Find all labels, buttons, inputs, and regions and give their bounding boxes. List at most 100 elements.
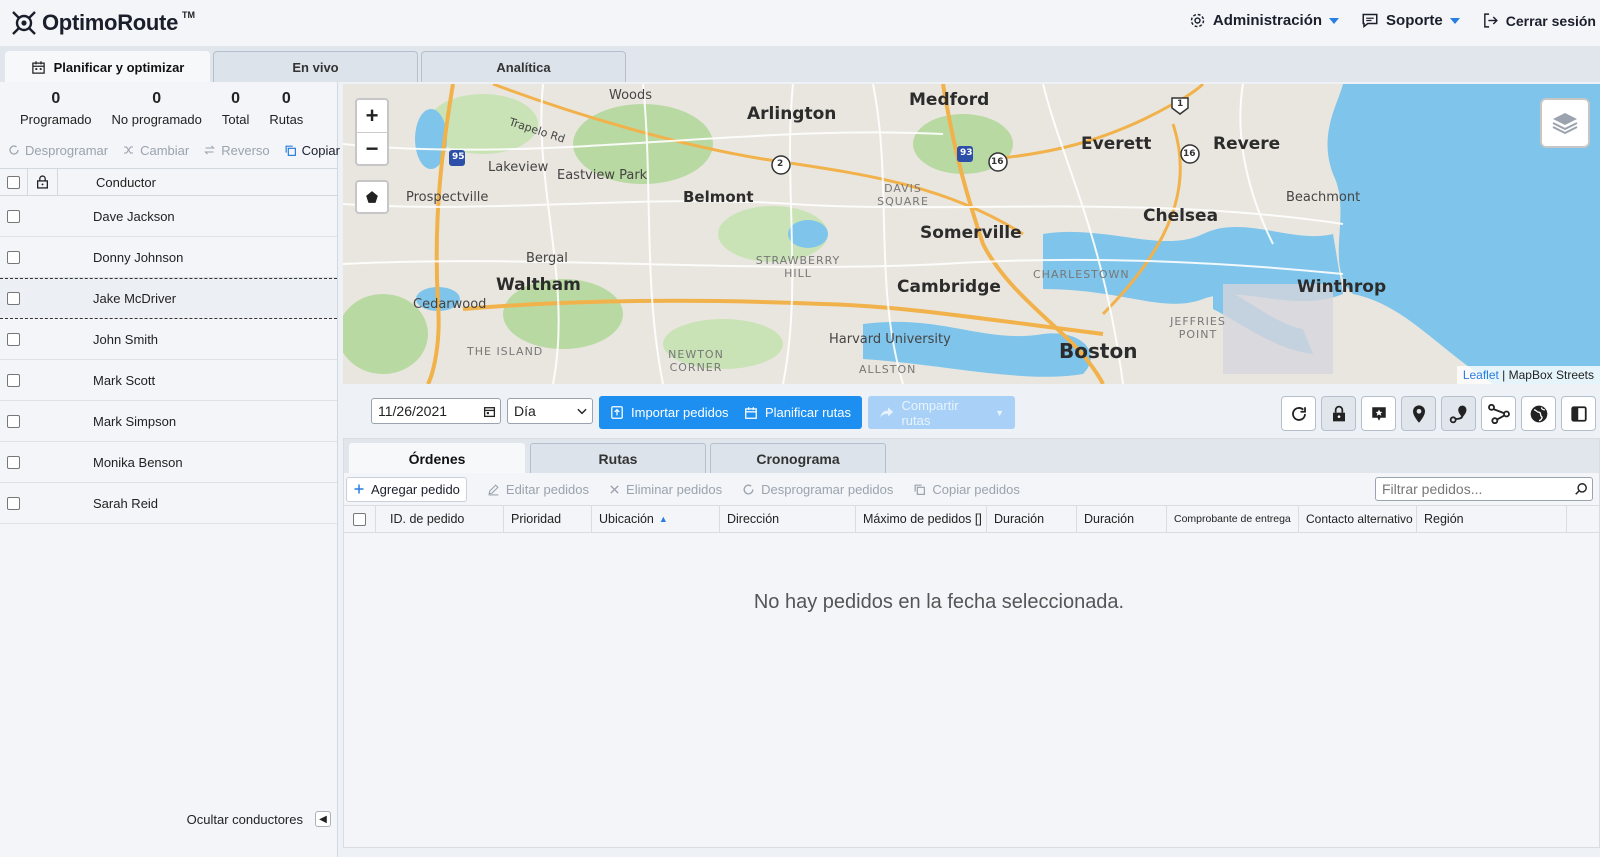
driver-checkbox[interactable] (7, 373, 20, 387)
map-label-arlington: Arlington (747, 104, 837, 124)
driver-row[interactable]: Donny Johnson (0, 237, 337, 278)
select-all-drivers-checkbox[interactable] (7, 175, 20, 189)
route-stops-button[interactable] (1441, 396, 1476, 431)
unschedule-icon (9, 145, 19, 155)
tab-orders[interactable]: Órdenes (349, 443, 525, 473)
reverse-driver-button[interactable]: Reverso (203, 143, 270, 158)
support-menu[interactable]: Soporte (1361, 12, 1460, 29)
driver-checkbox[interactable] (7, 250, 20, 264)
lock-icon[interactable] (36, 175, 49, 189)
locations-button[interactable] (1401, 396, 1436, 431)
tab-analytics[interactable]: Analítica (421, 51, 626, 82)
driver-checkbox[interactable] (7, 209, 20, 223)
tab-live[interactable]: En vivo (213, 51, 418, 82)
upload-icon (611, 406, 623, 419)
search-icon[interactable] (1574, 482, 1588, 496)
filter-orders-input[interactable]: Filtrar pedidos... (1375, 477, 1593, 501)
delete-orders-button[interactable]: Eliminar pedidos (609, 482, 722, 497)
lock-routes-button[interactable] (1321, 396, 1356, 431)
column-region[interactable]: Región (1417, 506, 1567, 532)
period-select[interactable]: Día (507, 398, 593, 424)
tab-orders-label: Órdenes (408, 450, 466, 467)
map-tool-buttons (1281, 396, 1596, 431)
import-orders-button[interactable]: Importar pedidos (599, 396, 740, 429)
logo[interactable]: OptimoRoute TM (10, 8, 195, 38)
stat-total-value: 0 (231, 90, 241, 107)
route-pin-icon (1449, 405, 1466, 423)
unschedule-orders-button[interactable]: Desprogramar pedidos (742, 482, 893, 497)
driver-row[interactable]: John Smith (0, 319, 337, 360)
driver-row-highlighted[interactable]: Jake McDriver (0, 278, 337, 319)
map-view-button[interactable] (1521, 396, 1556, 431)
top-bar: OptimoRoute TM Administración Soporte Ce… (0, 0, 1600, 46)
refresh-button[interactable] (1281, 396, 1316, 431)
plan-routes-button[interactable]: Planificar rutas (733, 396, 862, 429)
driver-checkbox[interactable] (7, 414, 20, 428)
flag-button[interactable] (1361, 396, 1396, 431)
map[interactable]: 95 93 2 16 16 1 Trapelo Rd Arlington Med… (343, 84, 1600, 384)
column-location[interactable]: Ubicación ▲ (592, 506, 720, 532)
copy-orders-button[interactable]: Copiar pedidos (913, 482, 1020, 497)
leaflet-link[interactable]: Leaflet (1463, 368, 1499, 382)
map-label-allston: ALLSTON (859, 363, 917, 376)
admin-menu[interactable]: Administración (1189, 12, 1340, 29)
tab-routes[interactable]: Rutas (530, 443, 706, 473)
logo-text: OptimoRoute (42, 10, 179, 35)
toggle-panel-button[interactable] (1561, 396, 1596, 431)
map-label-lakeview: Lakeview (488, 160, 549, 175)
zoom-out-button[interactable]: − (357, 132, 387, 164)
draw-polygon-button[interactable] (355, 180, 389, 214)
collapse-left-icon[interactable]: ◀ (315, 811, 331, 827)
share-routes-button[interactable]: Compartir rutas ▼ (868, 396, 1015, 429)
driver-row[interactable]: Monika Benson (0, 442, 337, 483)
stats-bar: 0 Programado 0 No programado 0 Total 0 R… (0, 82, 337, 136)
column-max-orders[interactable]: Máximo de pedidos [] (856, 506, 987, 532)
select-all-orders-checkbox[interactable] (353, 512, 366, 526)
copy-driver-button[interactable]: Copiar (284, 143, 340, 158)
column-order-id[interactable]: ID. de pedido (376, 506, 504, 532)
column-proof-of-delivery[interactable]: Comprobante de entrega (1167, 506, 1299, 532)
zoom-in-button[interactable]: + (357, 100, 387, 132)
add-order-button[interactable]: Agregar pedido (346, 476, 467, 502)
tab-analytics-label: Analítica (496, 59, 551, 75)
edit-orders-button[interactable]: Editar pedidos (487, 482, 589, 497)
map-label-woods: Woods (609, 88, 653, 103)
map-label-beachmont: Beachmont (1286, 190, 1361, 205)
routes-button[interactable] (1481, 396, 1516, 431)
share-icon (880, 407, 894, 418)
calendar-icon[interactable] (483, 405, 496, 418)
column-alt-contact[interactable]: Contacto alternativo (1299, 506, 1417, 532)
hide-drivers-label[interactable]: Ocultar conductores (187, 812, 303, 827)
driver-checkbox[interactable] (7, 332, 20, 346)
driver-row[interactable]: Dave Jackson (0, 196, 337, 237)
driver-column-header[interactable]: Conductor (93, 175, 156, 190)
date-picker[interactable]: 11/26/2021 (371, 398, 501, 424)
driver-checkbox[interactable] (7, 496, 20, 510)
logout-button[interactable]: Cerrar sesión (1482, 12, 1596, 29)
globe-icon (1530, 405, 1547, 422)
column-duration-2[interactable]: Duración (1077, 506, 1167, 532)
tab-plan-optimize[interactable]: Planificar y optimizar (5, 51, 210, 82)
column-duration[interactable]: Duración (987, 506, 1077, 532)
swap-driver-button[interactable]: Cambiar (122, 143, 189, 158)
map-label-chelsea: Chelsea (1143, 206, 1219, 226)
delete-orders-label: Eliminar pedidos (626, 481, 723, 497)
pin-icon (1412, 404, 1425, 423)
driver-name: Donny Johnson (93, 249, 184, 265)
orders-table-header: ID. de pedido Prioridad Ubicación ▲ Dire… (344, 505, 1599, 533)
tab-schedule[interactable]: Cronograma (710, 443, 886, 473)
unschedule-icon (743, 484, 754, 494)
column-priority[interactable]: Prioridad (504, 506, 592, 532)
driver-row[interactable]: Mark Scott (0, 360, 337, 401)
driver-checkbox[interactable] (7, 455, 20, 469)
driver-checkbox[interactable] (7, 292, 20, 305)
layers-button[interactable] (1540, 98, 1590, 148)
unschedule-driver-button[interactable]: Desprogramar (8, 143, 108, 158)
driver-row[interactable]: Sarah Reid (0, 483, 337, 524)
column-address[interactable]: Dirección (720, 506, 856, 532)
driver-row[interactable]: Mark Simpson (0, 401, 337, 442)
logout-label: Cerrar sesión (1505, 12, 1596, 29)
map-label-waltham: Waltham (496, 275, 581, 295)
zoom-control: + − (355, 98, 389, 166)
route-icon (1487, 403, 1510, 424)
